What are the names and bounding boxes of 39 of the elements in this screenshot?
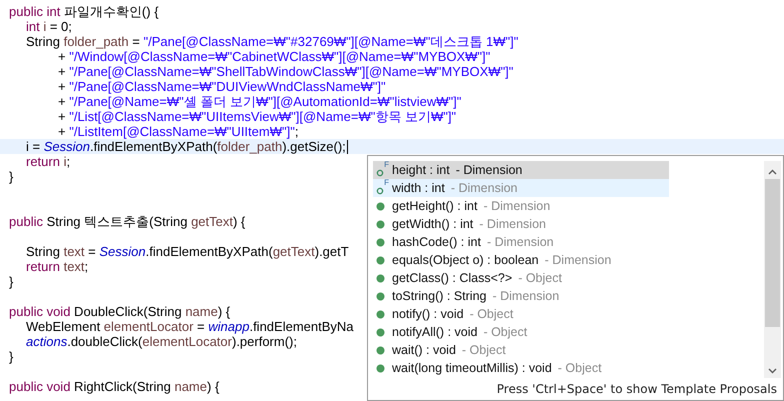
code-line: return i; [26,154,70,169]
code-line: i = Session.findElementByXPath(folder_path).getSize(); [26,139,346,154]
proposal-item[interactable]: getWidth() : int - Dimension [373,215,669,233]
code-line: + "/Window[@ClassName=₩"CabinetWClass₩"][@Name=₩"MYBOX₩"]" [58,49,490,64]
closing-brace: } [9,349,14,364]
code-line: public void DoubleClick(String name) { [9,304,230,319]
code-line: + "/Pane[@Name=₩"셸 폴더 보기₩"][@AutomationId=₩"listview₩"]" [58,94,462,109]
code-line: + "/Pane[@ClassName=₩"DUIViewWndClassName₩"]" [58,79,386,94]
proposal-item[interactable]: wait(long timeoutMillis) : void - Object [373,359,669,377]
code-line: String folder_path = "/Pane[@ClassName=₩"#32769₩"][@Name=₩"데스크톱 1₩"]" [26,34,518,49]
code-line: public void RightClick(String name) { [9,379,220,394]
code-line: return text; [26,259,88,274]
proposal-item[interactable]: notify() : void - Object [373,305,669,323]
proposal-item[interactable]: getClass() : Class<?> - Object [373,269,669,287]
closing-brace: } [9,274,14,289]
scrollbar[interactable] [764,161,781,378]
code-line: public String 텍스트추출(String getText) { [9,214,246,229]
code-line: WebElement elementLocator = winapp.findElementByNa [26,319,354,334]
scroll-up-icon[interactable] [768,169,777,175]
text-cursor [346,140,348,154]
code-line: String text = Session.findElementByXPath(getText).getT [26,244,349,259]
proposal-item[interactable]: getHeight() : int - Dimension [373,197,669,215]
proposal-item[interactable]: F width : int - Dimension [373,179,669,197]
closing-brace: } [9,169,14,184]
code-line: actions.doubleClick(elementLocator).perform(); [26,334,297,349]
proposal-item[interactable]: notifyAll() : void - Object [373,323,669,341]
proposal-item[interactable]: equals(Object o) : boolean - Dimension [373,251,669,269]
code-line: + "/Pane[@ClassName=₩"ShellTabWindowClass₩"][@Name=₩"MYBOX₩"]" [58,64,514,79]
proposal-item[interactable]: F height : int - Dimension [373,161,669,179]
scrollbar-thumb[interactable] [765,179,780,327]
proposal-item[interactable]: wait() : void - Object [373,341,669,359]
code-line: int i = 0; [26,19,72,34]
code-line: + "/ListItem[@ClassName=₩"UIItem₩"]"; [58,124,298,139]
scroll-down-icon[interactable] [768,368,777,374]
proposal-item[interactable]: hashCode() : int - Dimension [373,233,669,251]
code-line: + "/List[@ClassName=₩"UIItemsView₩"][@Name=₩"항목 보기₩"]" [58,109,456,124]
proposal-item[interactable]: toString() : String - Dimension [373,287,669,305]
template-hint: Press 'Ctrl+Space' to show Template Proposals [496,381,777,398]
code-line: public int 파일개수확인() { [9,4,159,19]
